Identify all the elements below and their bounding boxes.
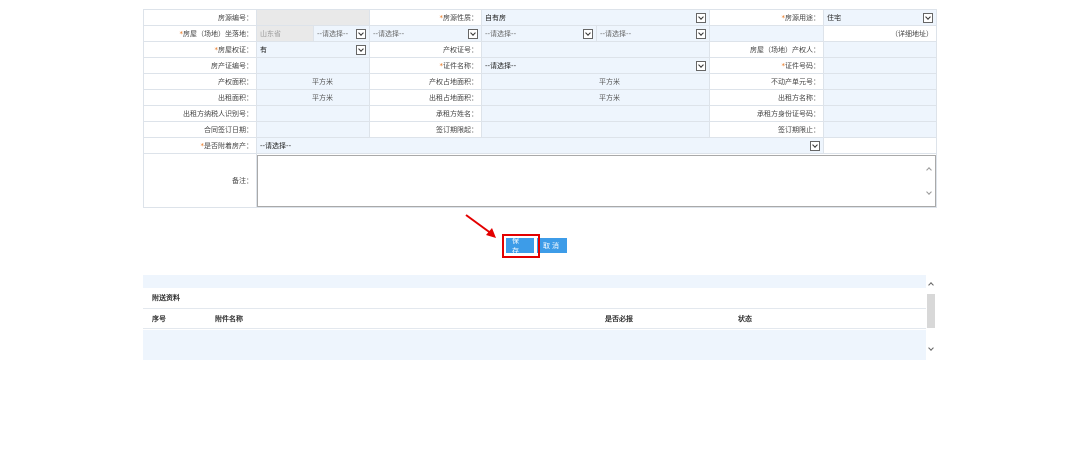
nature-select[interactable]: 自有房 <box>481 9 710 26</box>
rent-area-label: 出租面积： <box>143 89 257 106</box>
attached-select[interactable]: --请选择-- <box>256 137 824 154</box>
house-no-field[interactable] <box>256 9 370 26</box>
rent-land-label: 出租占地面积： <box>369 89 482 106</box>
attachments-title: 附送资料 <box>143 288 936 309</box>
start-date-input[interactable] <box>481 121 710 138</box>
lessee-id-label: 承租方身份证号码： <box>709 105 824 122</box>
rent-land-input[interactable]: 平方米 <box>481 89 710 106</box>
unit-no-input[interactable] <box>823 73 937 90</box>
usage-select[interactable]: 住宅 <box>823 9 937 26</box>
district-select[interactable]: --请选择-- <box>369 25 482 42</box>
arrow-annotation-icon <box>465 214 496 238</box>
owner-input[interactable] <box>823 41 937 58</box>
ownership-label: 房屋权证： <box>218 45 253 54</box>
lessor-name-label: 出租方名称： <box>709 89 824 106</box>
property-form: 房源编号： *房源性质： 自有房 *房源用途： 住宅 *房屋（场地）坐落地： 山… <box>143 9 937 208</box>
house-cert-label: 房产证编号： <box>143 57 257 74</box>
lessee-id-input[interactable] <box>823 105 937 122</box>
rent-land-unit: 平方米 <box>599 93 620 102</box>
id-type-label: 证件名称： <box>443 61 478 70</box>
cancel-button[interactable]: 取消 <box>537 238 567 253</box>
sign-date-input[interactable] <box>256 121 370 138</box>
detail-address-hint: （详细地址） <box>823 25 937 42</box>
rent-area-input[interactable]: 平方米 <box>256 89 370 106</box>
cert-no-input[interactable] <box>481 41 710 58</box>
scroll-up-icon[interactable] <box>928 282 934 288</box>
notes-label: 备注： <box>143 153 257 208</box>
lessor-name-input[interactable] <box>823 89 937 106</box>
city-select[interactable]: --请选择-- <box>313 25 370 42</box>
attachments-scrollbar[interactable] <box>926 275 936 360</box>
end-label: 签订期限止： <box>709 121 824 138</box>
notes-textarea[interactable] <box>257 154 936 207</box>
area-label: 产权面积： <box>143 73 257 90</box>
chevron-down-icon[interactable] <box>810 140 820 151</box>
col-status: 状态 <box>738 314 752 323</box>
town-select[interactable]: --请选择-- <box>481 25 597 42</box>
chevron-down-icon[interactable] <box>696 60 706 71</box>
attachments-panel: 附送资料 序号 附件名称 是否必报 状态 <box>143 275 936 360</box>
lessee-name-input[interactable] <box>481 105 710 122</box>
ownership-select[interactable]: 有 <box>256 41 370 58</box>
nature-label: 房源性质： <box>443 13 478 22</box>
chevron-down-icon[interactable] <box>696 28 706 39</box>
scroll-down-icon[interactable] <box>926 188 932 195</box>
chevron-down-icon[interactable] <box>583 28 593 39</box>
owner-label: 房屋（场地）产权人： <box>709 41 824 58</box>
province-field: 山东省 <box>256 25 314 42</box>
scroll-up-icon[interactable] <box>926 166 932 173</box>
lessor-tax-input[interactable] <box>256 105 370 122</box>
land-area-label: 产权占地面积： <box>369 73 482 90</box>
scroll-down-icon[interactable] <box>928 345 934 351</box>
detail-address-input[interactable] <box>709 25 824 42</box>
unit-no-label: 不动产单元号： <box>709 73 824 90</box>
house-cert-input[interactable] <box>256 57 370 74</box>
col-no: 序号 <box>152 314 166 323</box>
col-required: 是否必报 <box>605 314 633 323</box>
land-area-unit: 平方米 <box>599 77 620 86</box>
area-input[interactable]: 平方米 <box>256 73 370 90</box>
sign-date-label: 合同签订日期： <box>143 121 257 138</box>
lessee-name-label: 承租方姓名： <box>369 105 482 122</box>
location-label: 房屋（场地）坐落地： <box>183 29 253 38</box>
id-type-select[interactable]: --请选择-- <box>481 57 710 74</box>
attachments-header-row: 序号 附件名称 是否必报 状态 <box>143 309 936 329</box>
cert-no-label: 产权证号： <box>369 41 482 58</box>
chevron-down-icon[interactable] <box>696 12 706 23</box>
id-no-label: 证件号码： <box>785 61 820 70</box>
scrollbar-thumb[interactable] <box>927 294 935 328</box>
id-no-input[interactable] <box>823 57 937 74</box>
chevron-down-icon[interactable] <box>468 28 478 39</box>
save-highlight-box <box>502 234 540 258</box>
area-unit: 平方米 <box>312 77 333 86</box>
attached-label: 是否附着房产： <box>204 141 253 150</box>
land-area-input[interactable]: 平方米 <box>481 73 710 90</box>
village-select[interactable]: --请选择-- <box>596 25 710 42</box>
chevron-down-icon[interactable] <box>356 28 366 39</box>
start-label: 签订期限起： <box>369 121 482 138</box>
lessor-tax-label: 出租方纳税人识别号： <box>143 105 257 122</box>
col-name: 附件名称 <box>215 314 243 323</box>
rent-area-unit: 平方米 <box>312 93 333 102</box>
usage-label: 房源用途： <box>785 13 820 22</box>
end-date-input[interactable] <box>823 121 937 138</box>
house-no-label: 房源编号： <box>143 9 257 26</box>
chevron-down-icon[interactable] <box>356 44 366 55</box>
chevron-down-icon[interactable] <box>923 12 933 23</box>
